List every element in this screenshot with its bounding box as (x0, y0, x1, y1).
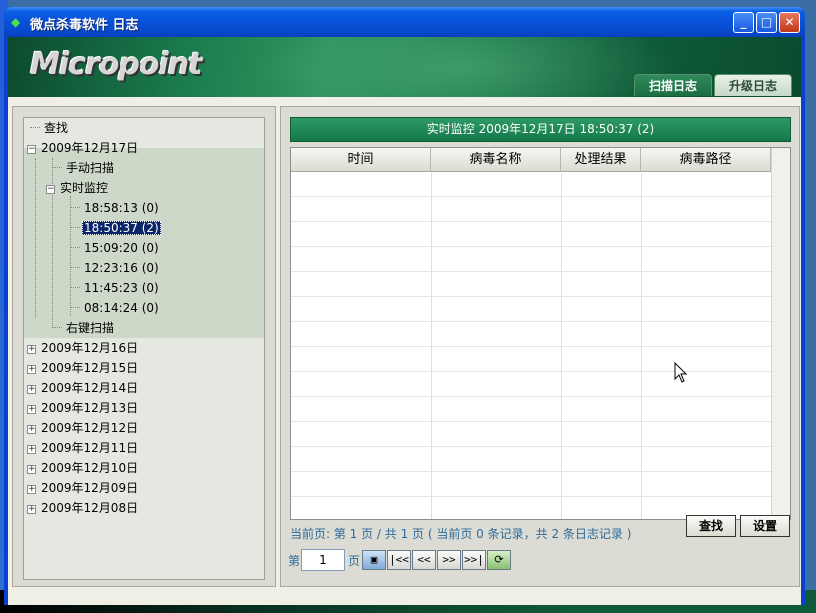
table-row[interactable] (291, 247, 790, 272)
settings-button[interactable]: 设置 (740, 515, 790, 537)
column-header-result[interactable]: 处理结果 (561, 148, 641, 172)
next-page-button[interactable]: >> (437, 550, 461, 570)
go-icon: ▣ (370, 553, 378, 566)
expand-icon[interactable]: + (27, 465, 36, 474)
tree-item-time-selected[interactable]: 18:50:37 (2) (70, 218, 161, 238)
tree-connector (52, 167, 62, 168)
minimize-icon: _ (740, 15, 747, 29)
tab-scan-log[interactable]: 扫描日志 (634, 74, 712, 96)
prev-page-button[interactable]: << (412, 550, 436, 570)
column-header-virus-path[interactable]: 病毒路径 (641, 148, 771, 172)
table-row[interactable] (291, 447, 790, 472)
tree-connector (70, 207, 80, 208)
log-window: ◆ 微点杀毒软件 日志 _ □ ✕ Micropoint 扫描日志 升级日志 查… (4, 7, 805, 605)
tree-item-manual-scan[interactable]: 手动扫描 (52, 158, 116, 178)
tree-item-realtime[interactable]: − 实时监控 (46, 178, 110, 198)
column-header-virus-name[interactable]: 病毒名称 (431, 148, 561, 172)
tree-connector (30, 127, 40, 128)
table-row[interactable] (291, 272, 790, 297)
tree-item-date[interactable]: +2009年12月13日 (27, 398, 140, 418)
tree-item-time[interactable]: 11:45:23 (0) (70, 278, 161, 298)
tree-connector (70, 227, 80, 228)
expand-icon[interactable]: + (27, 445, 36, 454)
close-button[interactable]: ✕ (779, 12, 800, 33)
tree-item-search[interactable]: 查找 (30, 118, 70, 138)
maximize-icon: □ (760, 15, 773, 29)
tree-item-time[interactable]: 15:09:20 (0) (70, 238, 161, 258)
close-icon: ✕ (784, 15, 795, 29)
tree-item-date[interactable]: +2009年12月16日 (27, 338, 140, 358)
tree-item-date[interactable]: +2009年12月10日 (27, 458, 140, 478)
first-page-button[interactable]: |<< (387, 550, 411, 570)
log-tree-panel: 查找 −2009年12月17日 手动扫描 − 实时监控 18:58:13 (0) … (12, 106, 276, 587)
tree-connector (70, 287, 80, 288)
search-button[interactable]: 查找 (686, 515, 736, 537)
table-row[interactable] (291, 397, 790, 422)
expand-icon[interactable]: + (27, 385, 36, 394)
title-bar[interactable]: ◆ 微点杀毒软件 日志 _ □ ✕ (4, 7, 805, 37)
page-label-prefix: 第 (288, 554, 301, 568)
minimize-button[interactable]: _ (733, 12, 754, 33)
last-page-button[interactable]: >>| (462, 550, 486, 570)
refresh-button[interactable]: ⟳ (487, 550, 511, 570)
window-client: Micropoint 扫描日志 升级日志 查找 −2009年12月17日 手动扫… (8, 37, 801, 605)
mouse-cursor-icon (674, 362, 688, 383)
page-number-input[interactable] (301, 549, 345, 571)
app-icon: ◆ (11, 15, 21, 29)
table-scroll-area[interactable] (771, 148, 790, 519)
expand-icon[interactable]: + (27, 345, 36, 354)
table-row[interactable] (291, 422, 790, 447)
expand-icon[interactable]: + (27, 405, 36, 414)
expand-icon[interactable]: + (27, 425, 36, 434)
tree-item-date[interactable]: +2009年12月15日 (27, 358, 140, 378)
table-header: 时间 病毒名称 处理结果 病毒路径 (291, 148, 790, 172)
collapse-icon[interactable]: − (46, 185, 55, 194)
expand-icon[interactable]: + (27, 505, 36, 514)
log-table[interactable]: 时间 病毒名称 处理结果 病毒路径 (290, 147, 791, 520)
maximize-button[interactable]: □ (756, 12, 777, 33)
table-row[interactable] (291, 197, 790, 222)
tree-item-time[interactable]: 18:58:13 (0) (70, 198, 161, 218)
refresh-icon: ⟳ (494, 553, 504, 566)
go-page-button[interactable]: ▣ (362, 550, 386, 570)
header-banner: Micropoint 扫描日志 升级日志 (8, 37, 801, 97)
table-row[interactable] (291, 372, 790, 397)
collapse-icon[interactable]: − (27, 145, 36, 154)
expand-icon[interactable]: + (27, 485, 36, 494)
banner-decoration (258, 37, 678, 97)
tree-connector (70, 307, 80, 308)
tree-item-time[interactable]: 12:23:16 (0) (70, 258, 161, 278)
tree-item-date[interactable]: +2009年12月12日 (27, 418, 140, 438)
column-header-time[interactable]: 时间 (291, 148, 431, 172)
table-row[interactable] (291, 222, 790, 247)
table-row[interactable] (291, 297, 790, 322)
log-status-title: 实时监控 2009年12月17日 18:50:37 (2) (290, 117, 791, 142)
table-row[interactable] (291, 472, 790, 497)
tree-connector (70, 247, 80, 248)
tree-connector (52, 327, 62, 328)
table-row[interactable] (291, 322, 790, 347)
window-title: 微点杀毒软件 日志 (30, 18, 139, 33)
log-tree: 查找 −2009年12月17日 手动扫描 − 实时监控 18:58:13 (0) … (23, 117, 265, 580)
expand-icon[interactable]: + (27, 365, 36, 374)
tree-item-date-expanded[interactable]: −2009年12月17日 (27, 138, 140, 158)
table-row[interactable] (291, 347, 790, 372)
brand-logo: Micropoint (30, 47, 202, 82)
tree-item-date[interactable]: +2009年12月08日 (27, 498, 140, 518)
tree-connector (70, 267, 80, 268)
tree-connector (35, 158, 36, 318)
tab-upgrade-log[interactable]: 升级日志 (714, 74, 792, 96)
page-info-text: 当前页: 第 1 页 / 共 1 页 ( 当前页 0 条记录，共 2 条日志记录… (290, 527, 632, 541)
tree-item-time[interactable]: 08:14:24 (0) (70, 298, 161, 318)
tree-item-right-click-scan[interactable]: 右键扫描 (52, 318, 116, 338)
tree-item-date[interactable]: +2009年12月11日 (27, 438, 140, 458)
table-row[interactable] (291, 172, 790, 197)
tree-item-date[interactable]: +2009年12月14日 (27, 378, 140, 398)
page-label-suffix: 页 (348, 554, 361, 568)
tree-item-date[interactable]: +2009年12月09日 (27, 478, 140, 498)
